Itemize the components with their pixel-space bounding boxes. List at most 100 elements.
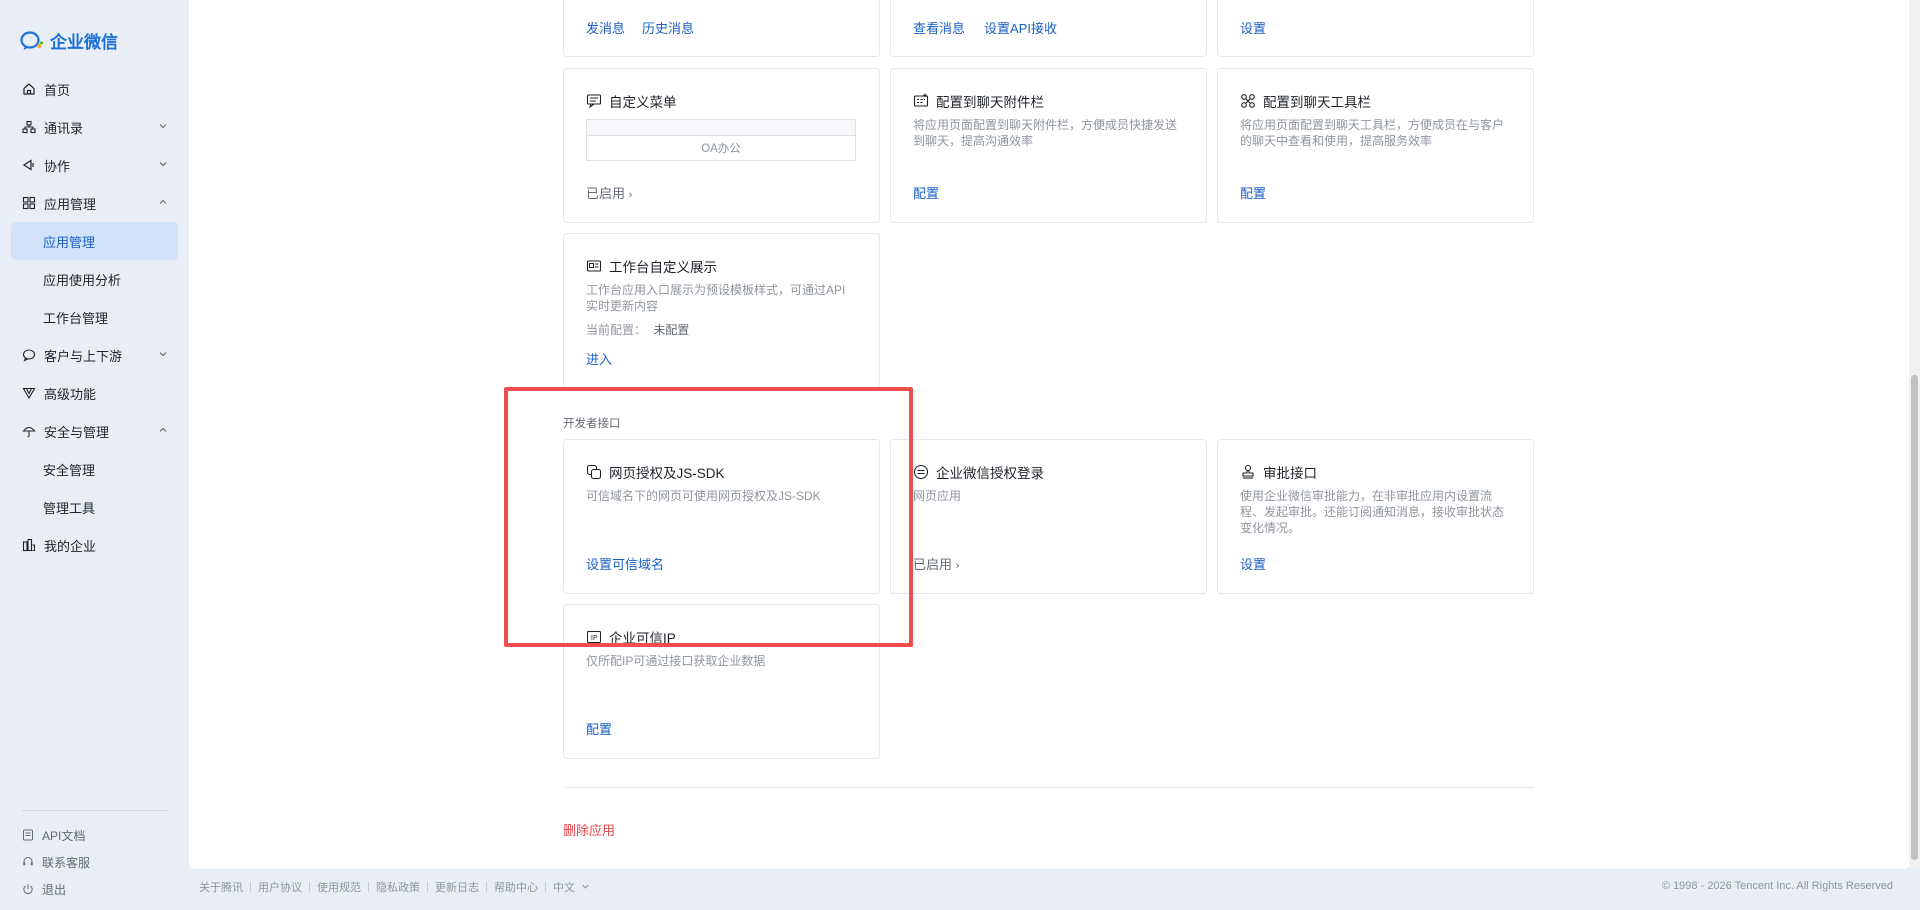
footer-link-about[interactable]: 关于腾讯 — [199, 879, 243, 895]
sidebar-subitem-app-management[interactable]: 应用管理 — [11, 222, 178, 260]
api-docs-link[interactable]: API文档 — [22, 822, 168, 849]
contact-support-link[interactable]: 联系客服 — [22, 849, 168, 876]
app-logo[interactable]: 企业微信 — [20, 28, 118, 53]
sidebar-item-collab[interactable]: 协作 — [11, 146, 178, 184]
current-config-label: 当前配置： — [586, 323, 647, 337]
sidebar-item-label: 高级功能 — [44, 386, 97, 402]
footer-link-changelog[interactable]: 更新日志 — [435, 879, 479, 895]
sidebar-item-label: 应用管理 — [43, 234, 96, 250]
card-description: 仅所配IP可通过接口获取企业数据 — [586, 654, 766, 668]
approval-title: 审批接口 — [1240, 462, 1317, 482]
section-divider — [563, 787, 1534, 788]
sidebar-subitem-management-tools[interactable]: 管理工具 — [11, 488, 178, 526]
chevron-right-icon: › — [955, 560, 960, 572]
doc-icon — [22, 829, 35, 842]
configure-attachment-link[interactable]: 配置 — [913, 183, 939, 202]
chevron-up-icon — [159, 199, 167, 204]
custom-menu-status[interactable]: 已启用 › — [586, 183, 632, 202]
history-messages-link[interactable]: 历史消息 — [642, 18, 694, 37]
chevron-down-icon — [159, 124, 167, 129]
footer-separator — [545, 882, 546, 892]
chat-attachment-title: 配置到聊天附件栏 — [913, 91, 1044, 111]
collab-icon — [22, 158, 36, 172]
sidebar-item-label: 首页 — [44, 82, 71, 98]
org-icon — [22, 120, 36, 134]
card-description: 将应用页面配置到聊天附件栏，方便成员快捷发送到聊天，提高沟通效率 — [913, 118, 1178, 148]
chat-attachment-card: 配置到聊天附件栏 将应用页面配置到聊天附件栏，方便成员快捷发送到聊天，提高沟通效… — [890, 68, 1207, 223]
sidebar-item-home[interactable]: 首页 — [11, 70, 178, 108]
main-panel: 发消息 历史消息 查看消息 设置API接收 设置 自定义菜单 OA办公 已启用 … — [189, 0, 1909, 869]
enter-link[interactable]: 进入 — [586, 349, 612, 368]
card-description: 使用企业微信审批能力，在非审批应用内设置流程、发起审批。还能订阅通知消息，接收审… — [1240, 489, 1505, 535]
menu-preview-header — [587, 120, 855, 136]
card-title-text: 自定义菜单 — [609, 95, 677, 110]
view-messages-link[interactable]: 查看消息 — [913, 18, 965, 37]
sidebar-item-advanced[interactable]: 高级功能 — [11, 374, 178, 412]
logout-link[interactable]: 退出 — [22, 876, 168, 903]
chat-toolbar-title: 配置到聊天工具栏 — [1240, 91, 1371, 111]
sidebar-item-label: 通讯录 — [44, 120, 84, 136]
set-api-receive-link[interactable]: 设置API接收 — [984, 18, 1057, 37]
custom-menu-title: 自定义菜单 — [586, 91, 677, 111]
sidebar-item-customers[interactable]: 客户与上下游 — [11, 336, 178, 374]
footer-link-privacy[interactable]: 隐私政策 — [376, 879, 420, 895]
sidebar: 企业微信 首页 通讯录 协作 应用管理 应用管理 应用使用分析 工作台管理 客户… — [0, 0, 189, 910]
sidebar-nav: 首页 通讯录 协作 应用管理 应用管理 应用使用分析 工作台管理 客户与上下游 — [11, 70, 178, 564]
sidebar-item-label: 应用管理 — [44, 196, 97, 212]
sidebar-item-label: 应用使用分析 — [43, 272, 122, 288]
card-title-text: 配置到聊天工具栏 — [1263, 95, 1371, 110]
menu-preview: OA办公 — [586, 119, 856, 161]
sidebar-footer: API文档 联系客服 退出 — [22, 810, 168, 903]
scrollbar-thumb[interactable] — [1911, 375, 1918, 860]
configure-ip-link[interactable]: 配置 — [586, 719, 612, 738]
language-selector[interactable]: 中文 — [553, 879, 590, 895]
logout-label: 退出 — [42, 883, 67, 897]
current-config-value: 未配置 — [653, 323, 690, 337]
footer-link-help[interactable]: 帮助中心 — [494, 879, 538, 895]
sidebar-item-label: 我的企业 — [44, 538, 97, 554]
sidebar-item-my-company[interactable]: 我的企业 — [11, 526, 178, 564]
chevron-up-icon — [159, 427, 167, 432]
chat-toolbar-card: 配置到聊天工具栏 将应用页面配置到聊天工具栏，方便成员在与客户的聊天中查看和使用… — [1217, 68, 1534, 223]
sidebar-item-label: 安全管理 — [43, 462, 96, 478]
current-config: 当前配置： 未配置 — [586, 322, 856, 338]
card-description: 将应用页面配置到聊天工具栏，方便成员在与客户的聊天中查看和使用，提高服务效率 — [1240, 118, 1505, 148]
sidebar-subitem-security-management[interactable]: 安全管理 — [11, 450, 178, 488]
sidebar-item-label: 安全与管理 — [44, 424, 110, 440]
settings-card: 设置 — [1217, 0, 1534, 57]
wecom-logo-icon — [20, 30, 44, 50]
sidebar-subitem-workbench[interactable]: 工作台管理 — [11, 298, 178, 336]
settings-link[interactable]: 设置 — [1240, 18, 1266, 37]
support-icon — [22, 856, 35, 869]
home-icon — [22, 82, 36, 96]
workbench-display-card: 工作台自定义展示 工作台应用入口展示为预设模板样式，可通过API实时更新内容 当… — [563, 233, 880, 388]
highlight-annotation-box — [504, 387, 913, 647]
menu-preview-label: OA办公 — [701, 143, 741, 155]
delete-app-button[interactable]: 删除应用 — [563, 820, 615, 839]
language-label: 中文 — [553, 882, 575, 894]
card-title-text: 企业微信授权登录 — [936, 466, 1044, 481]
send-message-link[interactable]: 发消息 — [586, 18, 625, 37]
wecom-login-title: 企业微信授权登录 — [913, 462, 1044, 482]
attachment-bar-icon — [913, 93, 929, 109]
sidebar-subitem-app-usage[interactable]: 应用使用分析 — [11, 260, 178, 298]
advanced-icon — [22, 386, 36, 400]
approval-settings-link[interactable]: 设置 — [1240, 554, 1266, 573]
wecom-login-status[interactable]: 已启用 › — [913, 554, 959, 573]
sidebar-item-security[interactable]: 安全与管理 — [11, 412, 178, 450]
footer-link-usage-rules[interactable]: 使用规范 — [317, 879, 361, 895]
contact-support-label: 联系客服 — [42, 856, 91, 870]
sidebar-item-label: 客户与上下游 — [44, 348, 123, 364]
menu-icon — [586, 93, 602, 109]
copyright-text: © 1998 - 2026 Tencent Inc. All Rights Re… — [1661, 880, 1893, 892]
approval-api-card: 审批接口 使用企业微信审批能力，在非审批应用内设置流程、发起审批。还能订阅通知消… — [1217, 439, 1534, 594]
status-text: 已启用 — [913, 557, 953, 572]
configure-toolbar-link[interactable]: 配置 — [1240, 183, 1266, 202]
sidebar-item-app-management[interactable]: 应用管理 — [11, 184, 178, 222]
sidebar-item-contacts[interactable]: 通讯录 — [11, 108, 178, 146]
power-icon — [22, 883, 35, 896]
chat-icon — [22, 348, 36, 362]
custom-menu-card: 自定义菜单 OA办公 已启用 › — [563, 68, 880, 223]
toolbar-icon — [1240, 93, 1256, 109]
footer-link-user-agreement[interactable]: 用户协议 — [258, 879, 302, 895]
